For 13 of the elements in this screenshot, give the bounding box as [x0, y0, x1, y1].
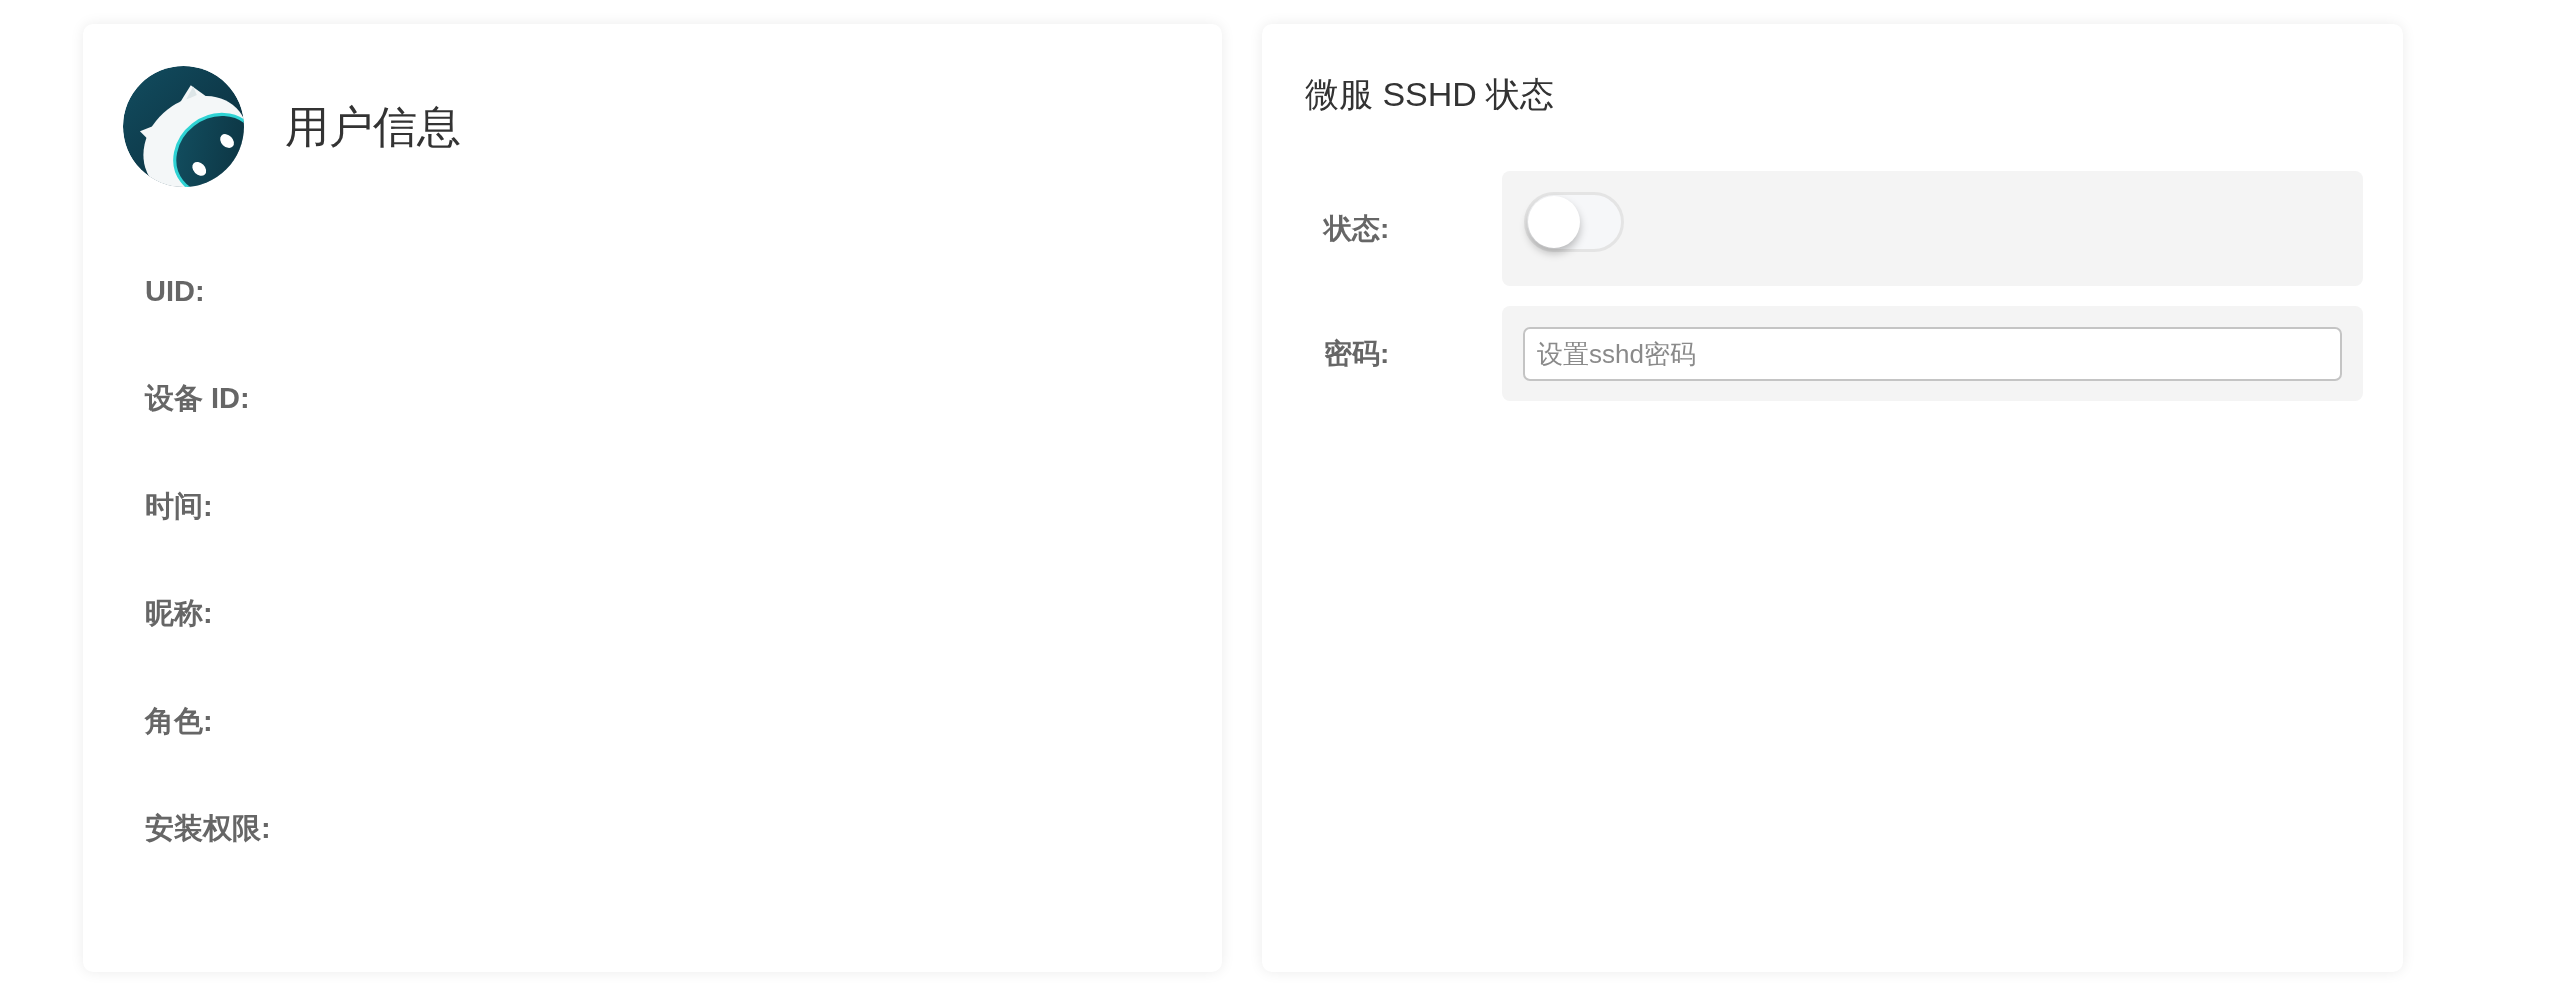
field-label: 设备 ID:	[145, 381, 250, 417]
card-title: 用户信息	[285, 100, 461, 153]
toggle-switch[interactable]	[1524, 192, 1624, 252]
card-title: 微服 SSHD 状态	[1305, 74, 1556, 115]
password-field[interactable]: 设置sshd密码	[1523, 327, 2342, 381]
cat-avatar-icon	[123, 66, 244, 187]
form-label: 密码:	[1323, 336, 1391, 371]
form-label: 状态:	[1322, 211, 1391, 246]
field-label: 时间:	[145, 488, 213, 524]
field-label: 角色:	[145, 703, 213, 739]
field-label: 昵称:	[145, 596, 213, 632]
field-label: UID:	[145, 273, 205, 309]
field-label: 安装权限:	[145, 811, 271, 847]
